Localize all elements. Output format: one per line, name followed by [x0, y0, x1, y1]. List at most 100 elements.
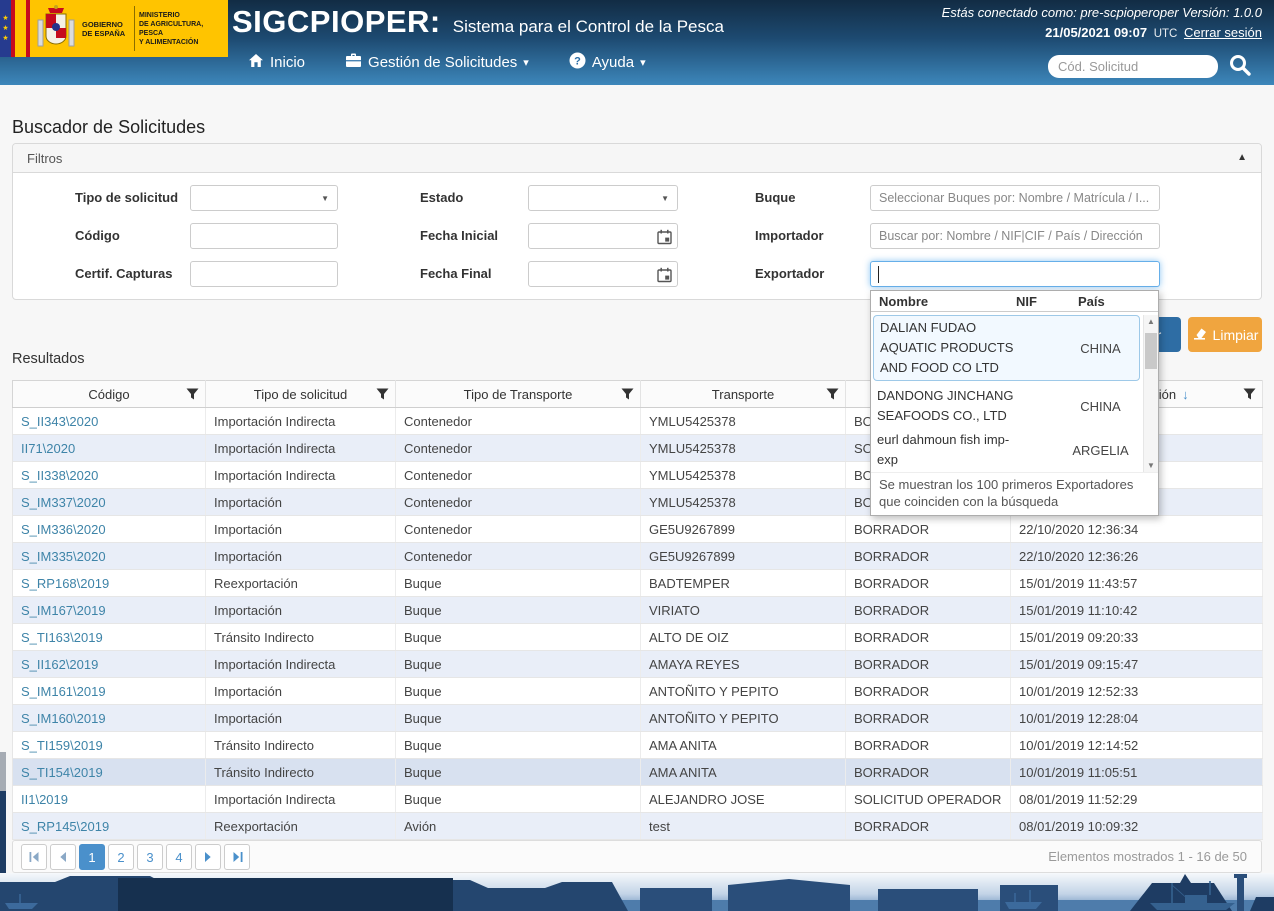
cell-codigo[interactable]: II71\2020 — [13, 435, 206, 462]
page-button-2[interactable]: 2 — [108, 844, 134, 870]
cell-codigo[interactable]: S_IM160\2019 — [13, 705, 206, 732]
footer-harbor-illustration — [0, 873, 1274, 911]
session-info: Estás conectado como: pre-scpioperoper V… — [942, 5, 1262, 20]
cell-codigo[interactable]: S_IM161\2019 — [13, 678, 206, 705]
col-header-tipo-transporte[interactable]: Tipo de Transporte — [396, 381, 641, 408]
calendar-icon[interactable] — [657, 229, 672, 248]
cell-codigo[interactable]: S_TI154\2019 — [13, 759, 206, 786]
nav-item-ayuda[interactable]: ? Ayuda ▾ — [569, 52, 646, 73]
cell-codigo[interactable]: S_IM337\2020 — [13, 489, 206, 516]
buque-input[interactable] — [870, 185, 1160, 211]
cell-codigo[interactable]: S_IM335\2020 — [13, 543, 206, 570]
scroll-down-icon[interactable]: ▼ — [1147, 461, 1155, 470]
exportador-autocomplete-dropdown: Nombre NIF País DALIAN FUDAO AQUATIC PRO… — [870, 290, 1159, 516]
sort-desc-icon: ↓ — [1182, 387, 1189, 402]
table-row[interactable]: S_IM336\2020ImportaciónContenedorGE5U926… — [13, 516, 1263, 543]
table-row[interactable]: II1\2019Importación IndirectaBuqueALEJAN… — [13, 786, 1263, 813]
pagination-bar: 1 2 3 4 Elementos mostrados 1 - 16 de 50 — [12, 840, 1262, 873]
fecha-inicial-input[interactable] — [528, 223, 678, 249]
table-row[interactable]: S_IM335\2020ImportaciónContenedorGE5U926… — [13, 543, 1263, 570]
app-subtitle: Sistema para el Control de la Pesca — [453, 17, 724, 37]
last-page-button[interactable] — [224, 844, 250, 870]
collapse-panel-icon[interactable]: ▲ — [1237, 153, 1247, 163]
filter-funnel-icon[interactable] — [376, 388, 389, 403]
scroll-up-icon[interactable]: ▲ — [1147, 317, 1155, 326]
help-circle-icon: ? — [569, 52, 586, 73]
dropdown-item[interactable]: eurl dahmoun fish imp-exp ARGELIA — [871, 428, 1142, 472]
table-row[interactable]: S_TI159\2019Tránsito IndirectoBuqueAMA A… — [13, 732, 1263, 759]
search-icon[interactable] — [1228, 53, 1252, 82]
filter-funnel-icon[interactable] — [826, 388, 839, 403]
filter-funnel-icon[interactable] — [1243, 388, 1256, 403]
dropdown-item[interactable]: DALIAN FUDAO AQUATIC PRODUCTS AND FOOD C… — [873, 315, 1140, 381]
estado-label: Estado — [420, 185, 463, 211]
cell-codigo[interactable]: S_IM167\2019 — [13, 597, 206, 624]
briefcase-icon — [345, 53, 362, 72]
logo-divider — [134, 6, 135, 51]
cell-codigo[interactable]: II1\2019 — [13, 786, 206, 813]
calendar-icon[interactable] — [657, 267, 672, 286]
table-row[interactable]: S_IM160\2019ImportaciónBuqueANTOÑITO Y P… — [13, 705, 1263, 732]
certif-capturas-input[interactable] — [190, 261, 338, 287]
spain-coat-of-arms-icon — [30, 0, 82, 57]
page-button-4[interactable]: 4 — [166, 844, 192, 870]
fecha-final-input[interactable] — [528, 261, 678, 287]
cell-codigo[interactable]: S_II338\2020 — [13, 462, 206, 489]
gobierno-espana-logo: ★★★ GOBIERNODE ESPAÑA MINISTERIODE AGRIC… — [0, 0, 228, 57]
next-page-button[interactable] — [195, 844, 221, 870]
codigo-input[interactable] — [190, 223, 338, 249]
filter-funnel-icon[interactable] — [186, 388, 199, 403]
dropdown-list: DALIAN FUDAO AQUATIC PRODUCTS AND FOOD C… — [871, 315, 1158, 472]
table-row-selected[interactable]: S_TI154\2019Tránsito IndirectoBuqueAMA A… — [13, 759, 1263, 786]
col-header-transporte[interactable]: Transporte — [641, 381, 846, 408]
col-header-tipo-solicitud[interactable]: Tipo de solicitud — [206, 381, 396, 408]
spain-flag-strip — [11, 0, 30, 57]
dropdown-item[interactable]: DANDONG JINCHANG SEAFOODS CO., LTD CHINA — [871, 384, 1142, 428]
scrollbar-thumb[interactable] — [1145, 333, 1157, 369]
tipo-solicitud-label: Tipo de solicitud — [75, 185, 178, 211]
eraser-icon — [1192, 326, 1207, 343]
select-caret-icon: ▼ — [661, 194, 669, 203]
limpiar-button[interactable]: Limpiar — [1188, 317, 1262, 352]
home-icon — [248, 53, 264, 72]
filters-panel-header[interactable]: Filtros — [13, 144, 1261, 173]
chevron-down-icon: ▾ — [523, 56, 529, 69]
table-row[interactable]: S_II162\2019Importación IndirectaBuqueAM… — [13, 651, 1263, 678]
logout-link[interactable]: Cerrar sesión — [1184, 25, 1262, 40]
fecha-inicial-label: Fecha Inicial — [420, 223, 498, 249]
page-button-3[interactable]: 3 — [137, 844, 163, 870]
exportador-input[interactable] — [870, 261, 1160, 287]
page-title: Buscador de Solicitudes — [12, 117, 205, 138]
cell-codigo[interactable]: S_RP145\2019 — [13, 813, 206, 840]
importador-input[interactable] — [870, 223, 1160, 249]
estado-select[interactable]: ▼ — [528, 185, 678, 211]
left-scrollbar-track — [0, 791, 6, 876]
cell-codigo[interactable]: S_RP168\2019 — [13, 570, 206, 597]
importador-label: Importador — [755, 223, 824, 249]
first-page-button[interactable] — [21, 844, 47, 870]
nav-item-inicio[interactable]: Inicio — [248, 53, 305, 72]
table-row[interactable]: S_RP145\2019ReexportaciónAvióntestBORRAD… — [13, 813, 1263, 840]
svg-text:?: ? — [574, 55, 581, 67]
cell-codigo[interactable]: S_TI159\2019 — [13, 732, 206, 759]
cell-codigo[interactable]: S_II162\2019 — [13, 651, 206, 678]
search-input[interactable] — [1048, 55, 1218, 78]
prev-page-button[interactable] — [50, 844, 76, 870]
table-row[interactable]: S_RP168\2019ReexportaciónBuqueBADTEMPERB… — [13, 570, 1263, 597]
elements-shown-info: Elementos mostrados 1 - 16 de 50 — [1048, 841, 1247, 872]
col-header-codigo[interactable]: Código — [13, 381, 206, 408]
main-nav: Inicio Gestión de Solicitudes ▾ ? Ayuda … — [248, 46, 646, 78]
table-row[interactable]: S_IM161\2019ImportaciónBuqueANTOÑITO Y P… — [13, 678, 1263, 705]
page-button-1[interactable]: 1 — [79, 844, 105, 870]
nav-item-gestion-solicitudes[interactable]: Gestión de Solicitudes ▾ — [345, 53, 529, 72]
table-row[interactable]: S_TI163\2019Tránsito IndirectoBuqueALTO … — [13, 624, 1263, 651]
dropdown-col-pais: País — [1078, 294, 1150, 309]
left-scrollbar-thumb[interactable] — [0, 752, 6, 791]
cell-codigo[interactable]: S_TI163\2019 — [13, 624, 206, 651]
tipo-solicitud-select[interactable]: ▼ — [190, 185, 338, 211]
fecha-final-label: Fecha Final — [420, 261, 492, 287]
filter-funnel-icon[interactable] — [621, 388, 634, 403]
cell-codigo[interactable]: S_II343\2020 — [13, 408, 206, 435]
table-row[interactable]: S_IM167\2019ImportaciónBuqueVIRIATOBORRA… — [13, 597, 1263, 624]
cell-codigo[interactable]: S_IM336\2020 — [13, 516, 206, 543]
